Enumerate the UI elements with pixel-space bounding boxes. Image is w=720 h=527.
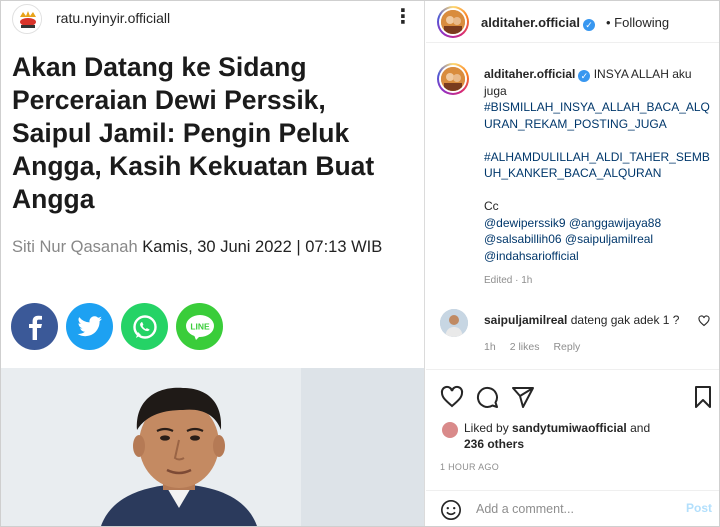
liker-avatar[interactable] [442,422,458,438]
comments-section: alditaher.official ✓ INSYA ALLAH aku juga… [426,49,719,379]
caption-meta: Edited · 1h [484,275,533,286]
share-icon[interactable] [511,385,535,409]
media-account-avatar [12,4,42,34]
caption-username[interactable]: alditaher.official [484,67,575,81]
caption-hashtag[interactable]: #ALHAMDULILLAH_ALDI_TAHER_SEMBUH_KANKER_… [484,150,710,181]
post-caption: alditaher.official ✓ INSYA ALLAH aku juga… [484,66,716,298]
caption-mentions[interactable]: @dewiperssik9 @anggawijaya88 @salsabilli… [484,216,661,263]
line-icon: LINE [176,303,223,350]
add-comment-bar: Post [426,490,719,526]
comment-meta: 1h 2 likes Reply [484,341,580,353]
bookmark-icon[interactable] [691,385,715,409]
liked-by-prefix: Liked by [464,421,509,435]
verified-badge-icon: ✓ [578,70,591,82]
whatsapp-icon [121,303,168,350]
post-timestamp: 1 HOUR AGO [440,462,500,472]
verified-badge-icon: ✓ [582,19,595,31]
emoji-icon[interactable] [440,499,462,521]
comment-body: saipuljamilreal dateng gak adek 1 ? [484,312,694,328]
comment-likes[interactable]: 2 likes [510,341,540,353]
commenter-username[interactable]: saipuljamilreal [484,313,567,327]
post-media[interactable]: ratu.nyinyir.officiall ⋮ Akan Datang ke … [1,1,425,526]
svg-text:LINE: LINE [190,321,210,331]
comment-item: saipuljamilreal dateng gak adek 1 ? 1h 2… [426,306,719,366]
comment-time: 1h [484,341,496,353]
following-button[interactable]: • Following [606,15,669,30]
media-account-name: ratu.nyinyir.officiall [56,10,171,26]
caption-author-avatar[interactable] [437,63,469,95]
heart-icon[interactable] [440,385,464,409]
article-author: Siti Nur Qasanah [12,238,138,256]
article-byline: Siti Nur Qasanah Kamis, 30 Juni 2022 | 0… [12,234,412,260]
comment-text: dateng gak adek 1 ? [570,313,680,327]
liker-username[interactable]: sandytumiwaofficial [512,421,627,435]
commenter-avatar[interactable] [440,309,468,337]
more-vertical-icon: ⋮ [393,6,413,28]
post-comment-button[interactable]: Post [686,501,712,515]
article-photo [1,368,424,526]
post-actions: Liked by sandytumiwaofficial and 236 oth… [426,369,719,489]
liked-by-suffix: and [630,421,651,435]
article-date: Kamis, 30 Juni 2022 | 07:13 WIB [142,238,383,256]
caption-hashtag[interactable]: #BISMILLAH_INSYA_ALLAH_BACA_ALQURAN_REKA… [484,100,710,131]
comment-input[interactable] [476,499,676,519]
facebook-icon [11,303,58,350]
comment-like-icon[interactable] [698,315,710,330]
likes-count[interactable]: 236 others [464,437,524,451]
media-header: ratu.nyinyir.officiall ⋮ [1,1,424,37]
author-avatar[interactable] [437,6,469,38]
post-header: alditaher.official ✓ • Following [426,1,719,43]
caption-cc: Cc [484,199,499,213]
twitter-icon [66,303,113,350]
article-headline: Akan Datang ke Sidang Perceraian Dewi Pe… [12,52,375,214]
comment-icon[interactable] [475,385,499,409]
liked-by: Liked by sandytumiwaofficial and 236 oth… [442,420,650,452]
share-buttons: LINE [11,303,223,350]
post-side-panel: alditaher.official ✓ • Following alditahe… [426,1,719,526]
comment-reply-button[interactable]: Reply [553,341,580,353]
author-username[interactable]: alditaher.official ✓ [481,15,595,31]
